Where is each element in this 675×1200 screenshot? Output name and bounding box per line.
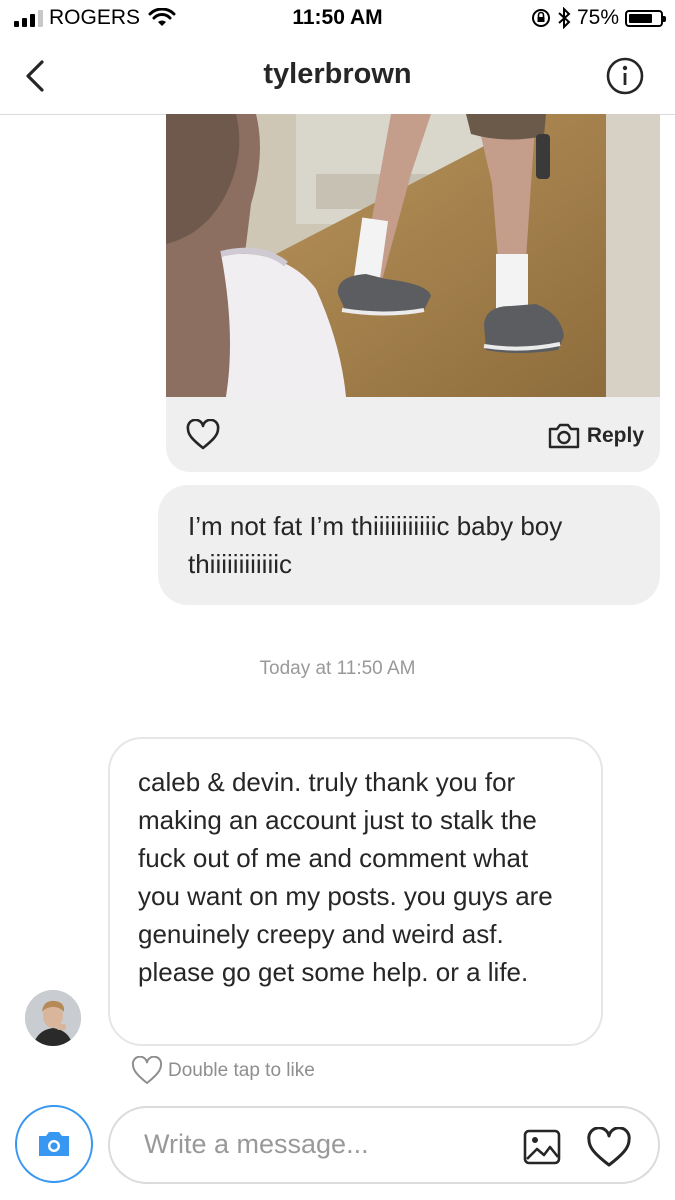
camera-icon <box>23 1113 85 1175</box>
camera-button[interactable] <box>15 1105 93 1183</box>
status-bar: ROGERS 11:50 AM 75% <box>0 0 675 38</box>
double-tap-label: Double tap to like <box>168 1060 315 1081</box>
heart-outline-icon[interactable] <box>586 1127 632 1169</box>
avatar[interactable] <box>25 990 81 1046</box>
avatar-photo <box>25 990 81 1046</box>
shared-photo[interactable] <box>166 114 660 397</box>
sent-message-text: I’m not fat I’m thiiiiiiiiiiic baby boy … <box>188 511 563 579</box>
message-composer[interactable]: Write a message... <box>108 1106 660 1184</box>
heart-outline-icon[interactable] <box>186 419 220 451</box>
battery-icon <box>625 9 666 27</box>
gallery-icon[interactable] <box>522 1127 562 1167</box>
conversation-title[interactable]: tylerbrown <box>0 58 675 91</box>
camera-icon <box>548 423 580 449</box>
reply-button[interactable]: Reply <box>547 422 644 450</box>
info-icon[interactable] <box>605 56 645 96</box>
message-timestamp: Today at 11:50 AM <box>259 658 416 679</box>
received-message-bubble[interactable]: caleb & devin. truly thank you for makin… <box>108 737 603 1046</box>
double-tap-to-like[interactable]: Double tap to like <box>130 1056 315 1086</box>
status-right: 75% <box>531 6 666 30</box>
battery-fill <box>629 13 652 23</box>
message-input[interactable]: Write a message... <box>144 1129 369 1160</box>
orientation-lock-icon <box>531 9 550 27</box>
battery-percent: 75% <box>576 6 619 29</box>
received-message-text: caleb & devin. truly thank you for makin… <box>138 767 553 987</box>
sent-message-bubble[interactable]: I’m not fat I’m thiiiiiiiiiiic baby boy … <box>158 485 660 605</box>
shared-photo-message[interactable]: Reply <box>166 114 660 472</box>
reply-label: Reply <box>586 424 644 447</box>
heart-outline-icon <box>131 1056 163 1084</box>
conversation-header: tylerbrown <box>0 38 675 115</box>
bluetooth-icon <box>558 7 571 29</box>
